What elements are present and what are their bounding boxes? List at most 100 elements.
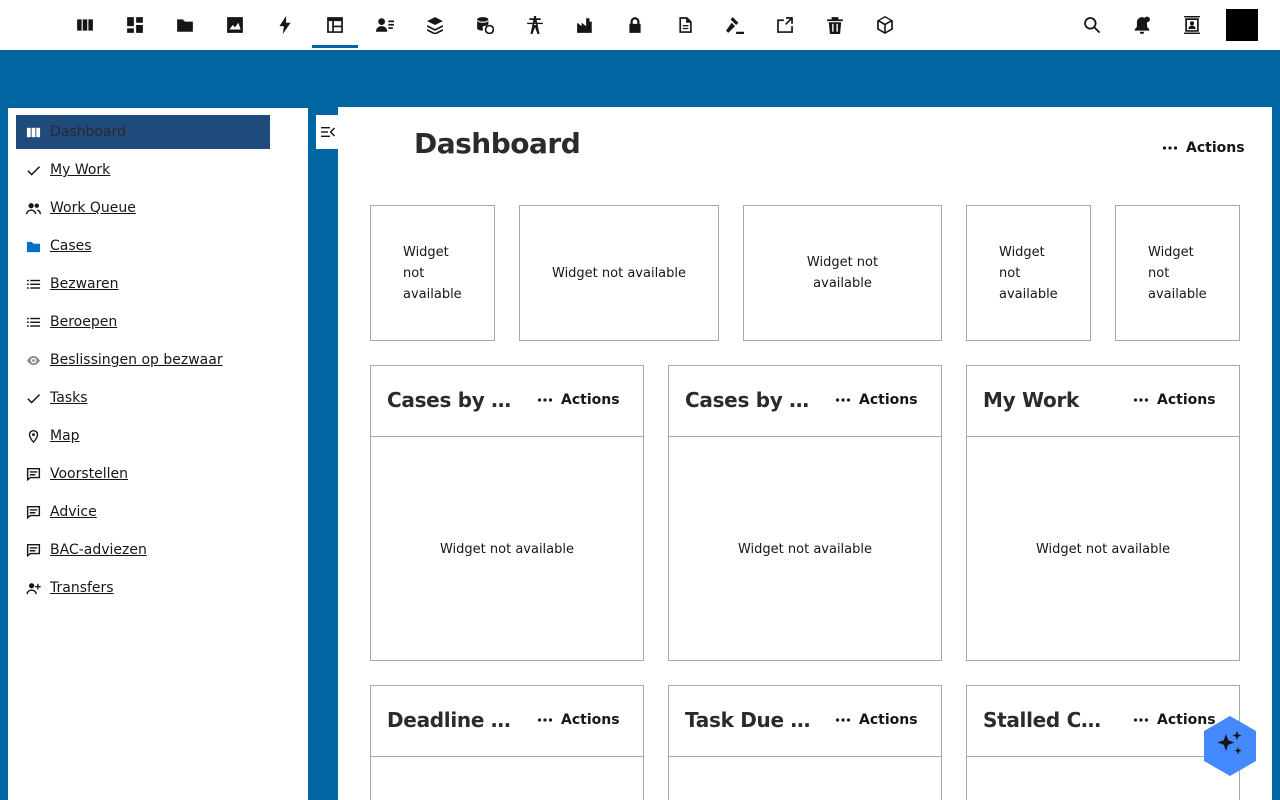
widget-card-task-due: Task Due R... Actions xyxy=(668,685,942,800)
cube-icon[interactable] xyxy=(862,0,908,50)
database-icon[interactable] xyxy=(462,0,508,50)
notifications-icon[interactable] xyxy=(1119,0,1165,50)
user-list-icon[interactable] xyxy=(362,0,408,50)
comment-icon xyxy=(16,533,50,567)
card-header: Deadline A... Actions xyxy=(371,686,643,757)
sidebar-item-bezwaren[interactable]: Bezwaren xyxy=(16,267,270,301)
card-actions-button[interactable]: Actions xyxy=(537,712,620,728)
sidebar-item-label: Advice xyxy=(50,504,97,520)
widget-placeholder: Widget not available xyxy=(743,205,942,341)
sidebar-item-label: Cases xyxy=(50,238,92,254)
collapse-sidebar-button[interactable] xyxy=(316,115,340,149)
layers-icon[interactable] xyxy=(412,0,458,50)
actions-label: Actions xyxy=(1157,392,1216,408)
card-title: Deadline A... xyxy=(387,708,515,732)
sidebar-item-label: Work Queue xyxy=(50,200,136,216)
sidebar-item-label: Transfers xyxy=(50,580,114,596)
card-actions-button[interactable]: Actions xyxy=(537,392,620,408)
card-header: Stalled Ca... Actions xyxy=(967,686,1239,757)
page-actions-button[interactable]: Actions xyxy=(1162,140,1245,156)
image-icon[interactable] xyxy=(212,0,258,50)
user-add-icon xyxy=(16,571,50,605)
widget-unavailable-text: Widget not available xyxy=(737,541,872,557)
sidebar: Dashboard My Work Work Queue Cases Bezwa… xyxy=(8,108,308,800)
grid-icon[interactable] xyxy=(112,0,158,50)
overflow-menu-icon xyxy=(1133,718,1149,722)
comment-icon xyxy=(16,457,50,491)
widget-unavailable-text: Widget not available xyxy=(403,244,462,302)
card-body: Widget not available xyxy=(371,438,643,660)
sidebar-item-transfers[interactable]: Transfers xyxy=(16,571,270,605)
widget-card-stalled-cases: Stalled Ca... Actions xyxy=(966,685,1240,800)
folder-icon[interactable] xyxy=(162,0,208,50)
actions-label: Actions xyxy=(561,712,620,728)
sidebar-item-work-queue[interactable]: Work Queue xyxy=(16,191,270,225)
location-pin-icon xyxy=(16,419,50,453)
actions-label: Actions xyxy=(1186,140,1245,156)
widget-unavailable-text: Widget not available xyxy=(1035,541,1170,557)
actions-label: Actions xyxy=(561,392,620,408)
widget-placeholder: Widget not available xyxy=(1115,205,1240,341)
card-title: Task Due R... xyxy=(685,708,813,732)
factory-icon[interactable] xyxy=(562,0,608,50)
sidebar-item-label: My Work xyxy=(50,162,111,178)
main-content: Dashboard Actions Widget not available W… xyxy=(338,107,1272,800)
ai-assistant-button[interactable] xyxy=(1204,716,1256,776)
sidebar-item-dashboard[interactable]: Dashboard xyxy=(16,115,270,149)
lightning-icon[interactable] xyxy=(262,0,308,50)
widget-placeholder: Widget not available xyxy=(519,205,719,341)
sidebar-item-my-work[interactable]: My Work xyxy=(16,153,270,187)
sidebar-item-label: Map xyxy=(50,428,80,444)
sidebar-item-beslissingen-op-bezwaar[interactable]: Beslissingen op bezwaar xyxy=(16,343,270,377)
list-icon xyxy=(16,267,50,301)
overflow-menu-icon xyxy=(1133,398,1149,402)
list-icon xyxy=(16,305,50,339)
sidebar-item-tasks[interactable]: Tasks xyxy=(16,381,270,415)
dashboard-columns-icon xyxy=(16,115,50,149)
eye-icon xyxy=(16,343,50,377)
widget-placeholder: Widget not available xyxy=(370,205,495,341)
card-actions-button[interactable]: Actions xyxy=(835,392,918,408)
overflow-menu-icon xyxy=(537,398,553,402)
checkmark-icon xyxy=(16,153,50,187)
contact-card-icon[interactable] xyxy=(1169,0,1215,50)
sidebar-item-label: Dashboard xyxy=(50,124,126,140)
card-body: Widget not available xyxy=(967,438,1239,660)
sparkle-icon xyxy=(1204,716,1256,776)
avatar[interactable] xyxy=(1226,9,1258,41)
card-title: Cases by T... xyxy=(685,388,813,412)
widget-unavailable-text: Widget not available xyxy=(1148,244,1207,302)
sidebar-item-label: Beslissingen op bezwaar xyxy=(50,352,223,368)
card-actions-button[interactable]: Actions xyxy=(835,712,918,728)
card-title: Cases by S... xyxy=(387,388,515,412)
overflow-menu-icon xyxy=(1162,146,1178,150)
tower-icon[interactable] xyxy=(512,0,558,50)
dashboard-columns-icon[interactable] xyxy=(62,0,108,50)
lock-icon[interactable] xyxy=(612,0,658,50)
search-icon[interactable] xyxy=(1069,0,1115,50)
widget-unavailable-text: Widget not available xyxy=(439,541,574,557)
overflow-menu-icon xyxy=(537,718,553,722)
document-icon[interactable] xyxy=(662,0,708,50)
widget-card-cases-by-status: Cases by S... Actions Widget not availab… xyxy=(370,365,644,661)
card-body: Widget not available xyxy=(669,438,941,660)
sidebar-item-voorstellen[interactable]: Voorstellen xyxy=(16,457,270,491)
collapse-menu-icon xyxy=(321,127,335,137)
table-icon[interactable] xyxy=(312,0,358,50)
card-actions-button[interactable]: Actions xyxy=(1133,392,1216,408)
trash-icon[interactable] xyxy=(812,0,858,50)
widget-unavailable-text: Widget not available xyxy=(806,255,879,291)
sidebar-item-label: Voorstellen xyxy=(50,466,129,482)
sidebar-item-advice[interactable]: Advice xyxy=(16,495,270,529)
widget-card-deadline: Deadline A... Actions xyxy=(370,685,644,800)
card-title: Stalled Ca... xyxy=(983,708,1111,732)
gavel-icon[interactable] xyxy=(712,0,758,50)
sidebar-item-beroepen[interactable]: Beroepen xyxy=(16,305,270,339)
sidebar-item-map[interactable]: Map xyxy=(16,419,270,453)
sidebar-item-label: BAC-adviezen xyxy=(50,542,147,558)
actions-label: Actions xyxy=(859,712,918,728)
sidebar-item-bac-adviezen[interactable]: BAC-adviezen xyxy=(16,533,270,567)
code-window-icon[interactable] xyxy=(762,0,808,50)
top-navigation-bar xyxy=(0,0,1280,50)
sidebar-item-cases[interactable]: Cases xyxy=(16,229,270,263)
